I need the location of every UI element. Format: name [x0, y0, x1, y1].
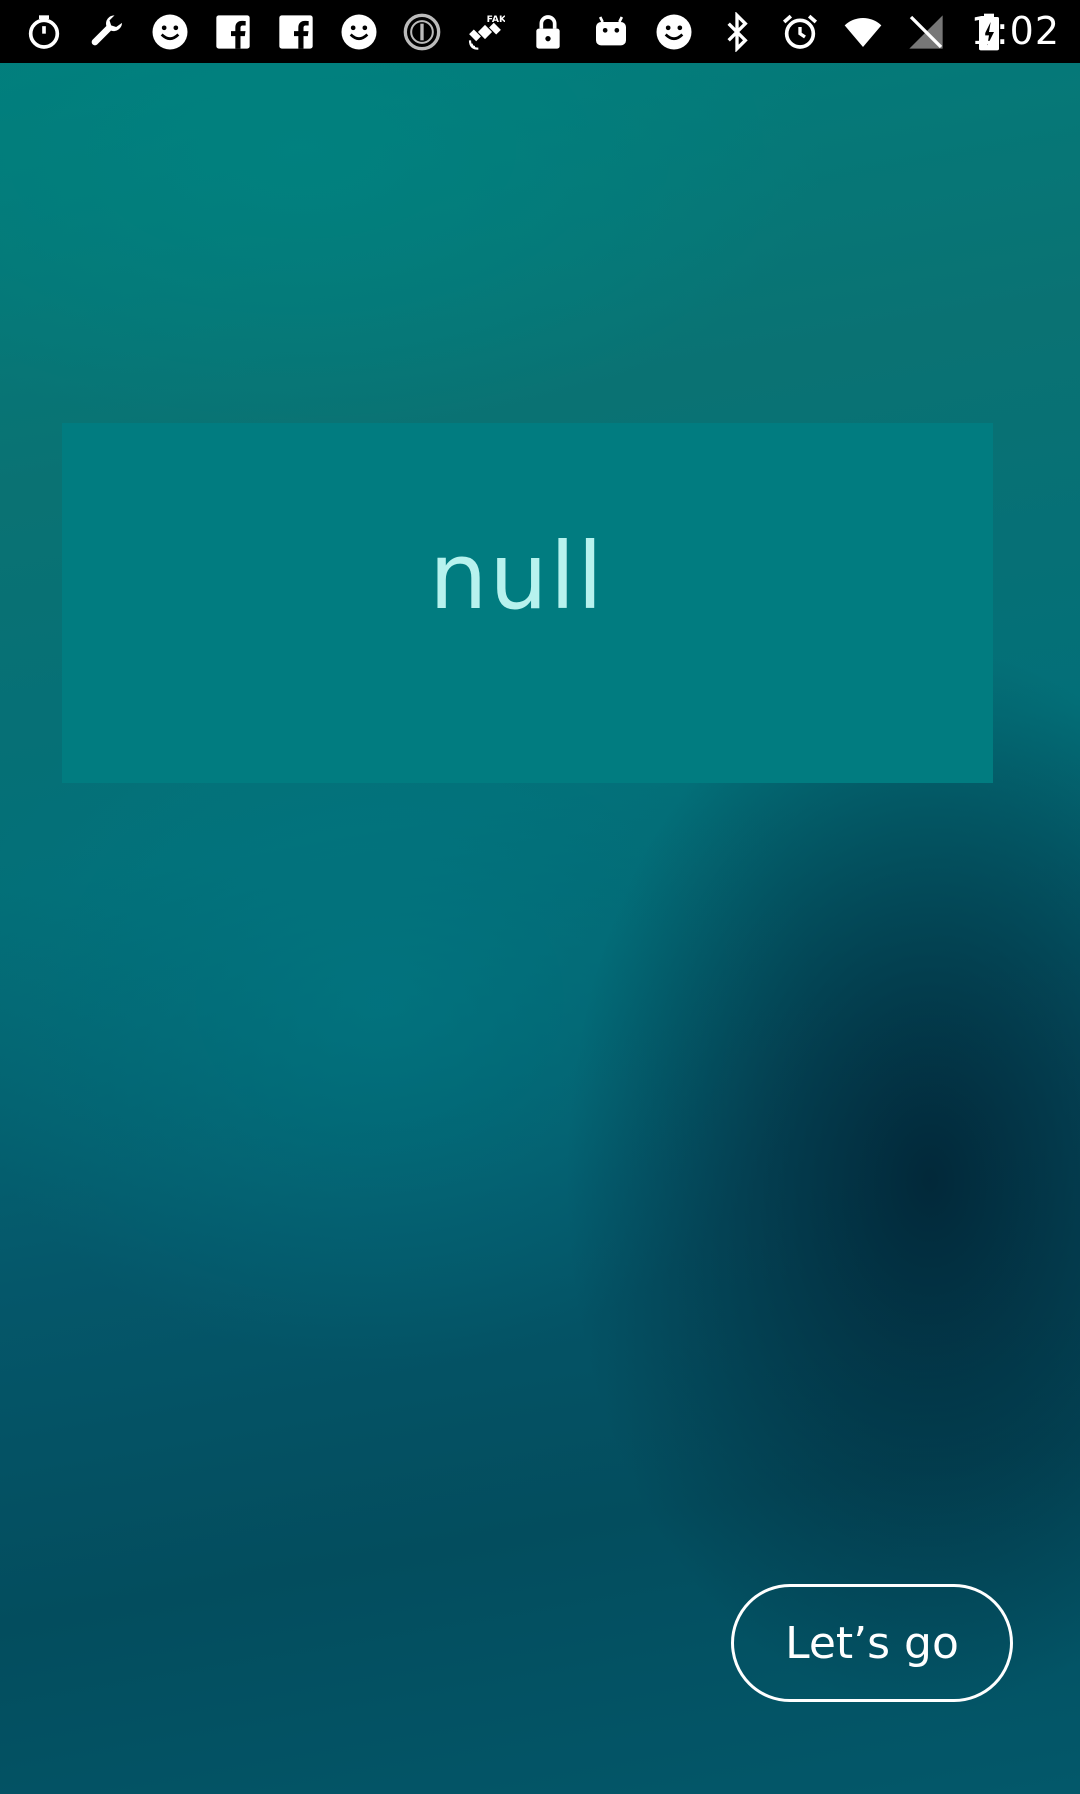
facebook-icon [211, 10, 255, 54]
info-circle-icon [400, 10, 444, 54]
alarm-clock-icon [778, 10, 822, 54]
smiley-icon [148, 10, 192, 54]
svg-text:FAKE: FAKE [487, 14, 505, 25]
smiley-icon [337, 10, 381, 54]
status-time: 1:02 [970, 9, 1060, 53]
no-signal-icon [904, 10, 948, 54]
message-text: null [429, 523, 605, 630]
status-icons: FAKE [22, 0, 1030, 63]
bluetooth-icon [715, 10, 759, 54]
lock-icon [526, 10, 570, 54]
fake-gps-satellite-icon: FAKE [463, 10, 507, 54]
stopwatch-icon [22, 10, 66, 54]
facebook-icon [274, 10, 318, 54]
status-bar: FAKE [0, 0, 1080, 63]
wifi-icon [841, 10, 885, 54]
lets-go-button[interactable]: Let’s go [731, 1584, 1013, 1702]
screen: FAKE [0, 0, 1080, 1794]
android-icon [589, 10, 633, 54]
wrench-icon [85, 10, 129, 54]
smiley-icon [652, 10, 696, 54]
message-card: null [62, 423, 993, 783]
